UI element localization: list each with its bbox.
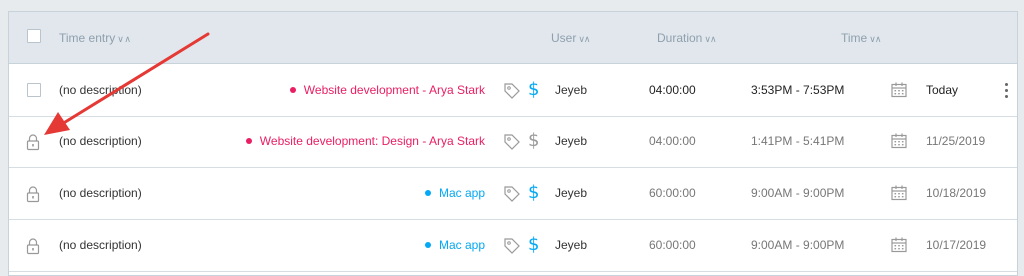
tag-icon bbox=[504, 238, 520, 254]
more-options-icon[interactable] bbox=[1005, 83, 1009, 101]
entry-description[interactable]: (no description) bbox=[59, 83, 142, 97]
entry-user: Jeyeb bbox=[555, 83, 588, 97]
header-duration[interactable]: Duration ∨∧ bbox=[657, 31, 717, 45]
header-user[interactable]: User ∨∧ bbox=[551, 31, 591, 45]
sort-icon: ∨ ∧ bbox=[117, 34, 131, 44]
lock-icon bbox=[26, 186, 40, 203]
lock-icon bbox=[26, 134, 40, 151]
table-row[interactable]: (no description) Website development: De… bbox=[9, 116, 1017, 168]
billable-icon[interactable]: $ bbox=[528, 79, 539, 100]
entry-time-range: 9:00AM - 9:00PM bbox=[751, 238, 845, 252]
table-row[interactable]: (no description) Website development - A… bbox=[9, 65, 1017, 117]
entry-duration: 60:00:00 bbox=[649, 238, 696, 252]
header-time-entry[interactable]: Time entry ∨ ∧ bbox=[59, 31, 131, 45]
tag-icon bbox=[504, 186, 520, 202]
table-header: Time entry ∨ ∧ User ∨∧ Duration ∨∧ Time ∨∧ bbox=[9, 12, 1017, 64]
entry-time-range: 9:00AM - 9:00PM bbox=[751, 186, 845, 200]
billable-icon: $ bbox=[528, 182, 540, 203]
entry-date[interactable]: Today bbox=[926, 83, 958, 97]
sort-icon: ∨∧ bbox=[578, 34, 590, 44]
project-color-dot bbox=[289, 86, 296, 93]
select-all-checkbox[interactable] bbox=[27, 29, 41, 43]
entry-duration: 04:00:00 bbox=[649, 134, 696, 148]
table-row[interactable]: (no description) Mac app $ Jeyeb 60:00:0… bbox=[9, 220, 1017, 272]
lock-icon bbox=[26, 238, 40, 255]
entry-user: Jeyeb bbox=[555, 238, 588, 252]
entry-description: (no description) bbox=[59, 186, 142, 200]
entry-time-range[interactable]: 3:53PM - 7:53PM bbox=[751, 83, 844, 97]
calendar-icon bbox=[891, 133, 907, 149]
project-label: Website development: Design - Arya Stark bbox=[245, 134, 485, 148]
project-label[interactable]: Website development - Arya Stark bbox=[289, 83, 485, 97]
project-label: Mac app bbox=[424, 238, 485, 252]
project-label: Mac app bbox=[424, 186, 485, 200]
tag-icon[interactable] bbox=[503, 82, 521, 100]
project-color-dot bbox=[424, 241, 431, 248]
billable-icon: $ bbox=[528, 234, 540, 255]
project-color-dot bbox=[424, 189, 431, 196]
calendar-icon bbox=[891, 185, 907, 201]
entry-time-range: 1:41PM - 5:41PM bbox=[751, 134, 845, 148]
sort-icon: ∨∧ bbox=[869, 34, 881, 44]
entry-description: (no description) bbox=[59, 134, 142, 148]
entry-duration[interactable]: 04:00:00 bbox=[649, 83, 696, 97]
entry-date: 10/17/2019 bbox=[926, 238, 987, 252]
sort-icon: ∨∧ bbox=[704, 34, 716, 44]
calendar-icon[interactable] bbox=[890, 81, 908, 99]
entry-date: 10/18/2019 bbox=[926, 186, 987, 200]
time-entries-table: Time entry ∨ ∧ User ∨∧ Duration ∨∧ Time ∨∧ (… bbox=[8, 11, 1018, 276]
entry-duration: 60:00:00 bbox=[649, 186, 696, 200]
entry-description: (no description) bbox=[59, 238, 142, 252]
entry-user: Jeyeb bbox=[555, 186, 588, 200]
row-checkbox[interactable] bbox=[27, 83, 41, 97]
entry-date: 11/25/2019 bbox=[926, 134, 986, 148]
billable-icon: $ bbox=[528, 130, 540, 151]
calendar-icon bbox=[891, 237, 907, 253]
project-color-dot bbox=[245, 137, 252, 144]
tag-icon bbox=[504, 134, 520, 150]
table-row[interactable]: (no description) Mac app $ Jeyeb 60:00:0… bbox=[9, 168, 1017, 220]
entry-user: Jeyeb bbox=[555, 134, 588, 148]
header-time[interactable]: Time ∨∧ bbox=[841, 31, 881, 45]
